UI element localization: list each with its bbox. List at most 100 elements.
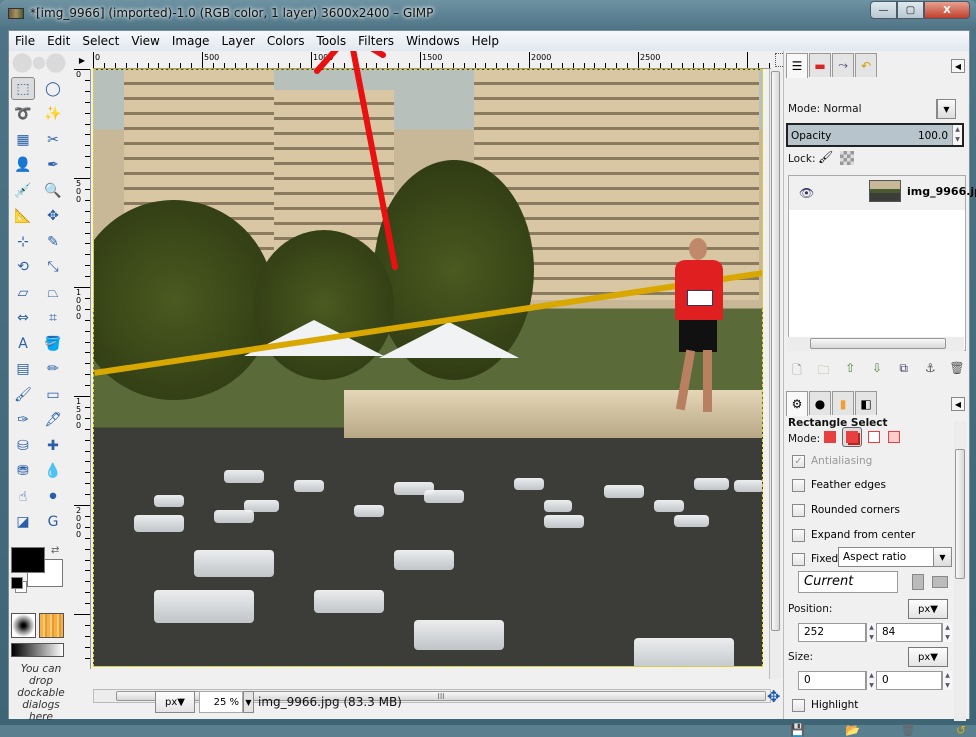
position-x-spinner[interactable]: ▲ ▼ bbox=[866, 623, 876, 642]
fixed-value-input[interactable]: Current bbox=[798, 571, 898, 593]
tool-blur-sharpen[interactable]: 💧 bbox=[41, 460, 65, 483]
lock-alpha-icon[interactable] bbox=[840, 151, 854, 165]
tool-curves[interactable]: ◪ bbox=[11, 511, 35, 534]
image-canvas[interactable] bbox=[93, 69, 763, 667]
delete-options-icon[interactable]: 🗑 bbox=[900, 723, 915, 737]
mode-intersect-icon[interactable] bbox=[888, 431, 900, 443]
tool-clone[interactable]: ⛁ bbox=[11, 434, 35, 457]
tool-gegl[interactable]: G bbox=[41, 511, 65, 534]
layer-row[interactable]: 👁 img_9966.jpg bbox=[789, 176, 976, 210]
tool-ellipse-select[interactable]: ◯ bbox=[41, 77, 65, 100]
close-button[interactable]: X bbox=[924, 1, 970, 19]
tab-channels[interactable]: ▬ bbox=[809, 53, 831, 77]
pattern-indicator[interactable] bbox=[39, 613, 64, 638]
swap-colors-icon[interactable]: ⇄ bbox=[51, 545, 59, 556]
tool-select-by-color[interactable]: ▦ bbox=[11, 128, 35, 151]
restore-options-icon[interactable]: 📂 bbox=[845, 723, 860, 737]
tool-zoom[interactable]: 🔍 bbox=[41, 179, 65, 202]
fixed-mode-select[interactable]: Aspect ratio ▼ bbox=[838, 547, 952, 567]
default-colors-icon[interactable] bbox=[11, 577, 23, 589]
position-x-input[interactable]: 252 bbox=[798, 623, 866, 642]
menu-filters[interactable]: Filters bbox=[358, 34, 394, 48]
delete-layer-icon[interactable]: 🗑 bbox=[948, 361, 966, 382]
tool-ink[interactable]: 🖋 bbox=[41, 409, 65, 432]
menu-tools[interactable]: Tools bbox=[317, 34, 347, 48]
tool-flip[interactable]: ⇔ bbox=[11, 307, 35, 330]
portrait-icon[interactable] bbox=[912, 574, 924, 590]
tool-paintbrush[interactable]: 🖌 bbox=[11, 383, 35, 406]
tool-paths[interactable]: ✒ bbox=[41, 154, 65, 177]
fixed-checkbox[interactable]: Fixed: bbox=[792, 551, 842, 567]
mode-add-button[interactable] bbox=[842, 427, 862, 447]
rounded-corners-checkbox[interactable]: Rounded corners bbox=[792, 502, 900, 518]
tool-smudge[interactable]: ☝ bbox=[11, 485, 35, 508]
opacity-spinner[interactable]: ▲ ▼ bbox=[952, 125, 962, 145]
position-unit-select[interactable]: px ▼ bbox=[908, 599, 948, 619]
lock-pixels-icon[interactable]: 🖌 bbox=[818, 150, 833, 164]
antialiasing-checkbox[interactable]: ✓ Antialiasing bbox=[792, 453, 872, 469]
position-y-spinner[interactable]: ▲ ▼ bbox=[942, 623, 952, 642]
size-h-spinner[interactable]: ▲ ▼ bbox=[942, 671, 952, 690]
menu-layer[interactable]: Layer bbox=[221, 34, 254, 48]
menu-help[interactable]: Help bbox=[472, 34, 499, 48]
layers-hscrollbar[interactable] bbox=[788, 337, 964, 351]
brush-indicator[interactable] bbox=[11, 613, 36, 638]
new-layer-icon[interactable]: 🗋 bbox=[788, 361, 806, 382]
tab-undo[interactable]: ↶ bbox=[855, 53, 877, 77]
opacity-slider[interactable]: Opacity 100.0 ▲ ▼ bbox=[786, 123, 964, 147]
position-y-input[interactable]: 84 bbox=[876, 623, 942, 642]
menu-select[interactable]: Select bbox=[82, 34, 119, 48]
tool-measure[interactable]: 📐 bbox=[11, 205, 35, 228]
expand-from-center-checkbox[interactable]: Expand from center bbox=[792, 527, 915, 543]
foreground-color[interactable] bbox=[11, 547, 45, 573]
unit-select[interactable]: px ▼ bbox=[155, 691, 195, 713]
size-w-spinner[interactable]: ▲ ▼ bbox=[866, 671, 876, 690]
tool-options-scrollbar[interactable] bbox=[954, 421, 966, 721]
tool-perspective-clone[interactable]: ⛃ bbox=[11, 460, 35, 483]
vertical-ruler[interactable]: 0 500 1000 1500 2000 bbox=[73, 69, 91, 669]
minimize-button[interactable]: — bbox=[870, 1, 897, 19]
menu-windows[interactable]: Windows bbox=[406, 34, 460, 48]
vertical-scrollbar[interactable] bbox=[769, 69, 781, 679]
menu-arrow-icon[interactable]: ▶ bbox=[73, 51, 91, 69]
tab-layers[interactable]: ☰ bbox=[786, 53, 808, 78]
tool-cage-transform[interactable]: ⌗ bbox=[41, 307, 65, 330]
tool-move[interactable]: ✥ bbox=[41, 205, 65, 228]
size-unit-select[interactable]: px ▼ bbox=[908, 647, 948, 667]
tab-gradients[interactable]: ◧ bbox=[855, 391, 877, 415]
menu-view[interactable]: View bbox=[131, 34, 159, 48]
tool-bucket-fill[interactable]: 🪣 bbox=[41, 332, 65, 355]
feather-edges-checkbox[interactable]: Feather edges bbox=[792, 477, 886, 493]
size-h-input[interactable]: 0 bbox=[876, 671, 942, 690]
menu-edit[interactable]: Edit bbox=[47, 34, 70, 48]
tab-patterns[interactable]: ▮ bbox=[832, 391, 854, 415]
panel-menu-button[interactable]: ◀ bbox=[951, 59, 965, 73]
tool-free-select[interactable]: ➰ bbox=[11, 103, 35, 126]
tool-align[interactable]: ⊹ bbox=[11, 230, 35, 253]
tool-rect-select[interactable]: ⬚ bbox=[11, 77, 35, 100]
horizontal-ruler[interactable]: 0 500 1000 1500 2000 2500 bbox=[93, 51, 771, 69]
zoom-dropdown-button[interactable]: ▼ bbox=[243, 691, 254, 713]
tool-options-menu-button[interactable]: ◀ bbox=[951, 397, 965, 411]
anchor-layer-icon[interactable]: ⚓ bbox=[921, 361, 939, 382]
visibility-eye-icon[interactable]: 👁 bbox=[799, 186, 814, 200]
new-layer-group-icon[interactable]: 🗀 bbox=[815, 361, 833, 382]
tool-shear[interactable]: ▱ bbox=[11, 281, 35, 304]
gradient-indicator[interactable] bbox=[11, 643, 64, 657]
tool-foreground-select[interactable]: 👤 bbox=[11, 154, 35, 177]
title-bar[interactable]: *[img_9966] (imported)-1.0 (RGB color, 1… bbox=[0, 0, 976, 30]
highlight-checkbox[interactable]: Highlight bbox=[792, 697, 858, 713]
tool-color-picker[interactable]: 💉 bbox=[11, 179, 35, 202]
tool-scale[interactable]: ⤡ bbox=[41, 256, 65, 279]
menu-file[interactable]: File bbox=[15, 34, 35, 48]
mode-subtract-icon[interactable] bbox=[868, 431, 880, 443]
menu-image[interactable]: Image bbox=[172, 34, 210, 48]
tool-rotate[interactable]: ⟲ bbox=[11, 256, 35, 279]
tool-fuzzy-select[interactable]: ✨ bbox=[41, 103, 65, 126]
tool-crop[interactable]: ✎ bbox=[41, 230, 65, 253]
mode-dropdown[interactable]: ▼ bbox=[936, 99, 956, 119]
tool-airbrush[interactable]: ✑ bbox=[11, 409, 35, 432]
landscape-icon[interactable] bbox=[932, 576, 948, 588]
raise-layer-icon[interactable]: ⇧ bbox=[841, 361, 859, 382]
reset-options-icon[interactable]: ↺ bbox=[956, 723, 966, 737]
